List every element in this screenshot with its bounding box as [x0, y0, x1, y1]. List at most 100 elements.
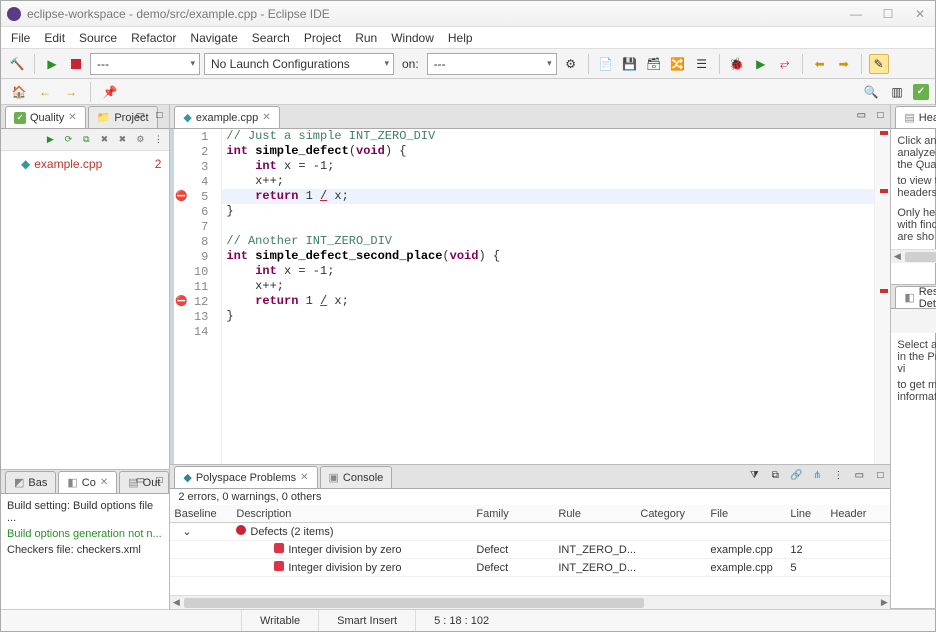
close-icon[interactable]: ✕	[100, 477, 108, 488]
console-tab[interactable]: ▣ Console	[320, 466, 393, 488]
saveall-icon[interactable]: 🗃	[644, 54, 664, 74]
headers-help-text: Click an analyzed file in the Qualit	[897, 135, 936, 171]
maximize-button[interactable]: ☐	[879, 6, 897, 22]
home-icon[interactable]: 🏠	[9, 82, 29, 102]
co-tab[interactable]: ◧Co✕	[58, 471, 117, 493]
on-label: on:	[398, 57, 423, 71]
copy-tree-icon[interactable]: ⧉	[79, 133, 93, 147]
error-count: 2	[155, 157, 162, 171]
menu-window[interactable]: Window	[391, 31, 434, 45]
status-insert: Smart Insert	[318, 610, 415, 631]
menu-help[interactable]: Help	[448, 31, 473, 45]
bas-tab[interactable]: ◩Bas	[5, 471, 56, 493]
stop-icon[interactable]	[66, 54, 86, 74]
gear-icon[interactable]: ⚙	[561, 54, 581, 74]
result-icon: ◧	[904, 291, 914, 304]
window-title: eclipse-workspace - demo/src/example.cpp…	[27, 7, 847, 21]
close-icon[interactable]: ✕	[262, 112, 270, 123]
checkers-text: Checkers file: checkers.xml	[7, 542, 163, 558]
highlight-icon[interactable]: ✎	[869, 54, 889, 74]
launch-target-select[interactable]: ---	[427, 53, 557, 75]
scrollbar-horizontal[interactable]: ◀▶	[891, 249, 936, 263]
headers-tab[interactable]: ▤ Headers ✕	[895, 106, 936, 128]
quality-tab[interactable]: ✓ Quality ✕	[5, 106, 86, 128]
nav-back-icon[interactable]: ←	[35, 82, 55, 102]
switch-icon[interactable]: 🔀	[668, 54, 688, 74]
perspective-icon[interactable]: ✓	[913, 84, 929, 100]
editor-tab-example[interactable]: ◆ example.cpp ✕	[174, 106, 279, 128]
remove-tree-icon[interactable]: ✖	[97, 133, 111, 147]
result-det-help-text: Select a finding in the Problems vi	[897, 339, 936, 375]
run2-icon[interactable]: ▶	[751, 54, 771, 74]
external-icon[interactable]: ⥂	[775, 54, 795, 74]
maximize-pane-icon[interactable]: □	[151, 107, 167, 123]
close-button[interactable]: ✕	[911, 6, 929, 22]
menu-file[interactable]: File	[11, 31, 30, 45]
minimize-button[interactable]: —	[847, 6, 865, 22]
headers-help-text: to view that files headers.	[897, 175, 936, 199]
run-icon[interactable]: ▶	[42, 54, 62, 74]
result-det-help-text: to get more information.	[897, 379, 936, 403]
minimize-pane-icon[interactable]: ▭	[853, 107, 869, 123]
file-cpp-icon: ◆	[183, 111, 191, 124]
error-icon	[274, 561, 284, 571]
file-cpp-icon: ◆	[21, 157, 30, 171]
menu-search[interactable]: Search	[252, 31, 290, 45]
perspective-open-icon[interactable]: ▥	[887, 82, 907, 102]
menu-source[interactable]: Source	[79, 31, 117, 45]
settings-tree-icon[interactable]: ✖	[115, 133, 129, 147]
status-cursor-pos: 5 : 18 : 102	[415, 610, 507, 631]
close-icon[interactable]: ✕	[68, 112, 76, 123]
bas-icon: ◩	[14, 476, 24, 489]
status-writable: Writable	[241, 610, 318, 631]
refresh-tree-icon[interactable]: ⟳	[61, 133, 75, 147]
problems-icon: ◆	[183, 471, 191, 484]
toggle-icon[interactable]: ☰	[692, 54, 712, 74]
problems-tab[interactable]: ◆ Polyspace Problems ✕	[174, 466, 317, 488]
menu-refactor[interactable]: Refactor	[131, 31, 176, 45]
run-tree-icon[interactable]: ▶	[43, 133, 57, 147]
search-icon[interactable]: 🔍	[861, 82, 881, 102]
share-icon[interactable]: ⋔	[809, 467, 825, 483]
maximize-pane-icon[interactable]: □	[872, 467, 888, 483]
new-icon[interactable]: 📄	[596, 54, 616, 74]
launch-config-select[interactable]: No Launch Configurations	[204, 53, 394, 75]
scrollbar-horizontal[interactable]: ◀▶	[170, 595, 890, 609]
filter-icon[interactable]: ⧩	[746, 467, 762, 483]
cfg-tree-icon[interactable]: ⚙	[133, 133, 147, 147]
launch-select[interactable]: ---	[90, 53, 200, 75]
error-icon	[236, 525, 246, 535]
problems-row[interactable]: Integer division by zero Defect INT_ZERO…	[170, 541, 890, 559]
tree-item-example[interactable]: ◆example.cpp 2	[7, 155, 163, 173]
menu-run[interactable]: Run	[355, 31, 377, 45]
build-setting-text: Build setting: Build options file ...	[7, 498, 163, 526]
error-icon	[274, 543, 284, 553]
back-icon[interactable]: ⬅	[810, 54, 830, 74]
problems-row[interactable]: Integer division by zero Defect INT_ZERO…	[170, 559, 890, 577]
close-icon[interactable]: ✕	[300, 472, 308, 483]
minimize-pane-icon[interactable]: ▭	[132, 472, 148, 488]
menu-navigate[interactable]: Navigate	[190, 31, 237, 45]
menu-icon[interactable]: ⋮	[830, 467, 846, 483]
build-icon[interactable]: 🔨	[7, 54, 27, 74]
pin-icon[interactable]: 📌	[100, 82, 120, 102]
result-det-tab[interactable]: ◧ Result Det ✕	[895, 286, 936, 308]
problems-group-defects[interactable]: ⌄ Defects (2 items)	[170, 523, 890, 541]
menu-edit[interactable]: Edit	[44, 31, 65, 45]
folder-icon: 📁	[97, 111, 111, 124]
minimize-pane-icon[interactable]: ▭	[132, 107, 148, 123]
save-icon[interactable]: 💾	[620, 54, 640, 74]
maximize-pane-icon[interactable]: □	[872, 107, 888, 123]
nav-fwd-icon[interactable]: →	[61, 82, 81, 102]
eclipse-icon	[7, 7, 21, 21]
minimize-pane-icon[interactable]: ▭	[851, 467, 867, 483]
code-editor[interactable]: 1234⛔567891011⛔121314 // Just a simple I…	[170, 129, 890, 464]
help-icon[interactable]: ?	[930, 311, 936, 331]
copy-icon[interactable]: ⧉	[767, 467, 783, 483]
maximize-pane-icon[interactable]: □	[151, 472, 167, 488]
menu-tree-icon[interactable]: ⋮	[151, 133, 165, 147]
menu-project[interactable]: Project	[304, 31, 341, 45]
debug-icon[interactable]: 🐞	[727, 54, 747, 74]
fwd-icon[interactable]: ➡	[834, 54, 854, 74]
link-icon[interactable]: 🔗	[788, 467, 804, 483]
